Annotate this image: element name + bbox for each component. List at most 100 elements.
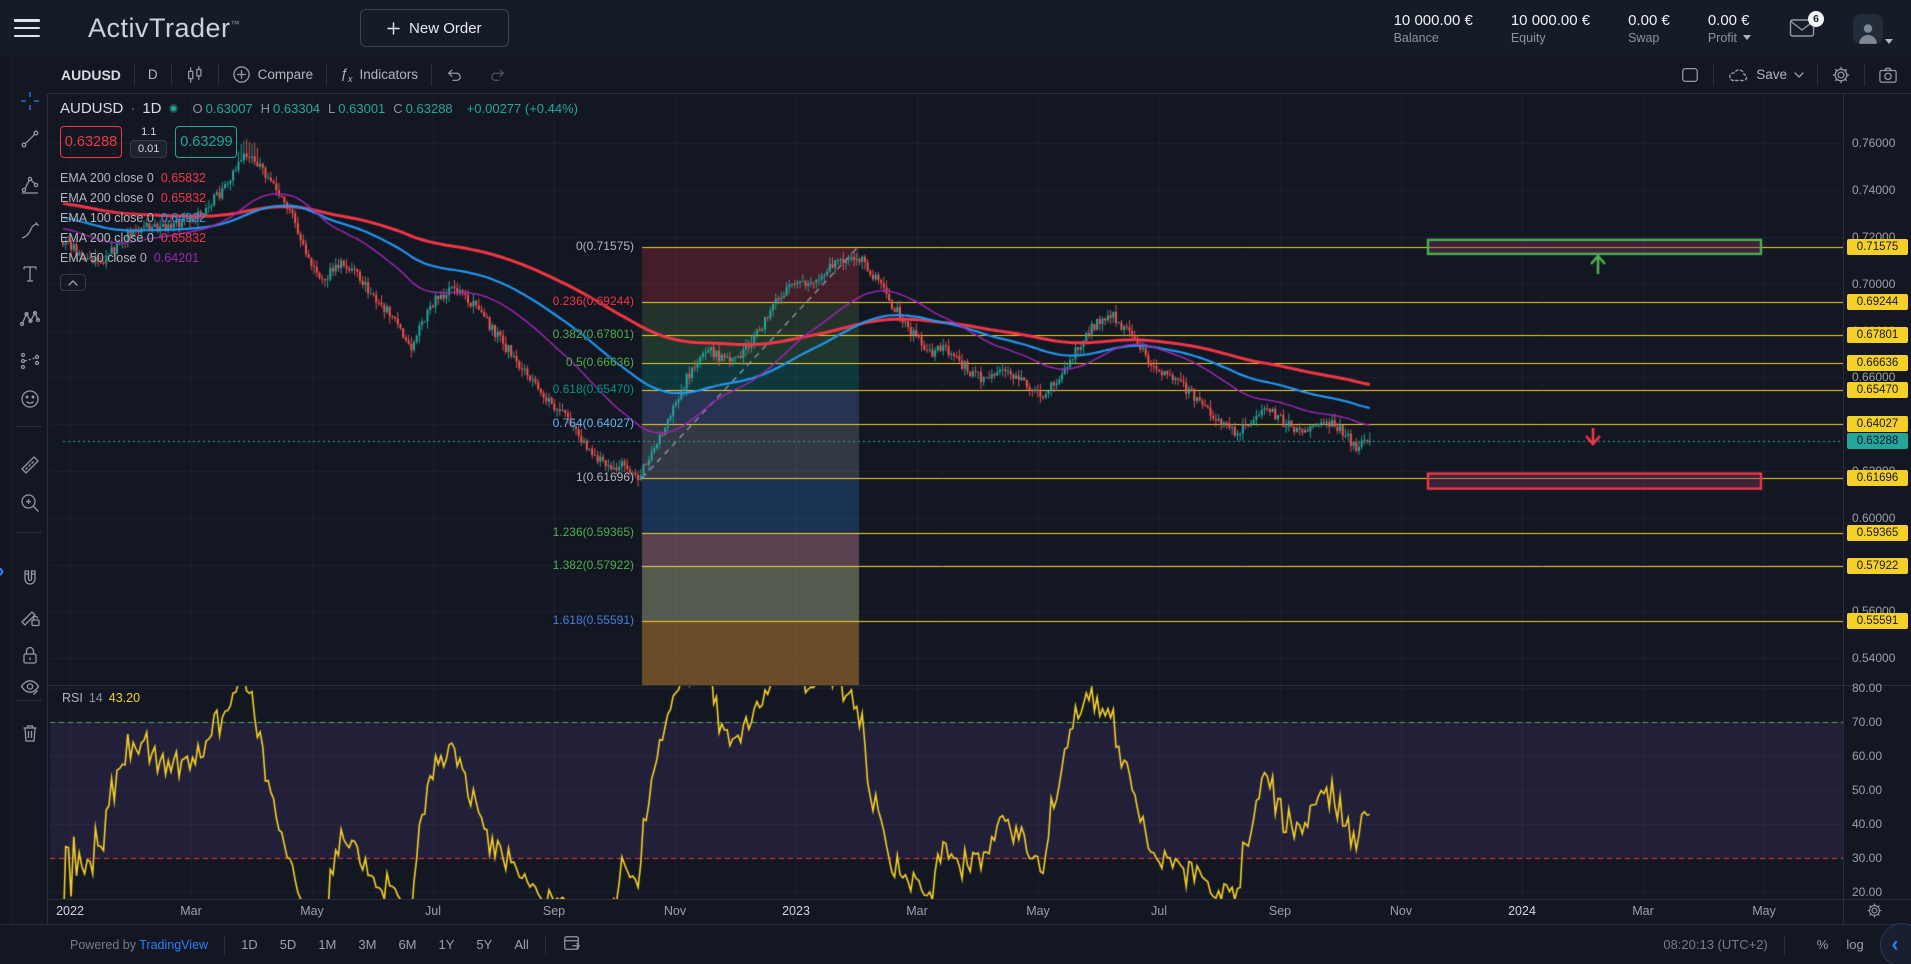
chevron-up-icon <box>68 280 78 286</box>
avatar-caret-icon[interactable] <box>1885 39 1893 44</box>
price-axis[interactable]: 0.540000.560000.580000.600000.620000.640… <box>1844 94 1911 899</box>
magnet-icon[interactable] <box>15 564 45 594</box>
time-axis-label: Mar <box>180 904 202 918</box>
time-axis-label: Nov <box>664 904 686 918</box>
forecast-icon[interactable] <box>15 346 45 376</box>
tradingview-link[interactable]: TradingView <box>139 938 208 952</box>
account-swap: 0.00 €Swap <box>1628 12 1670 45</box>
range-3m-button[interactable]: 3M <box>358 937 376 952</box>
indicator-row[interactable]: EMA 50 close 00.64201 <box>60 248 578 268</box>
percent-scale-button[interactable]: % <box>1817 937 1829 952</box>
delete-icon[interactable] <box>15 718 45 748</box>
legend-symbol[interactable]: AUDUSD <box>60 100 123 117</box>
fib-price-tag: 0.57922 <box>1847 558 1908 574</box>
left-panel-collapsed: › <box>0 56 12 964</box>
new-order-button[interactable]: New Order <box>360 9 509 47</box>
range-1m-button[interactable]: 1M <box>318 937 336 952</box>
snapshot-button[interactable] <box>1865 56 1911 93</box>
account-summary: 10 000.00 €Balance10 000.00 €Equity0.00 … <box>1394 12 1911 45</box>
fib-level-label: 0.5(0.66636) <box>436 355 634 369</box>
market-status-icon[interactable] <box>169 104 178 113</box>
fib-price-tag: 0.61696 <box>1847 470 1908 486</box>
brush-icon[interactable] <box>15 216 45 246</box>
fib-retracement-icon[interactable] <box>15 170 45 200</box>
avatar[interactable] <box>1853 14 1883 44</box>
fib-price-tag: 0.66636 <box>1847 355 1908 371</box>
indicators-button[interactable]: ƒx Indicators <box>327 56 431 93</box>
ohlc-values: O0.63007H0.63304L0.63001C0.63288 <box>193 101 458 116</box>
indicator-row[interactable]: EMA 200 close 00.65832 <box>60 188 578 208</box>
zoom-in-icon[interactable] <box>15 488 45 518</box>
price-axis-label: 0.70000 <box>1852 276 1895 292</box>
candles-icon <box>185 65 205 85</box>
text-icon[interactable] <box>15 259 45 289</box>
menu-icon[interactable] <box>14 19 40 37</box>
time-axis-settings-icon[interactable] <box>1866 902 1883 924</box>
drawing-lock-icon[interactable] <box>15 602 45 632</box>
fib-level-label: 1.618(0.55591) <box>436 613 634 627</box>
sell-button[interactable]: 0.63288 <box>60 126 122 158</box>
indicator-row[interactable]: EMA 200 close 00.65832 <box>60 168 578 188</box>
rsi-axis-label: 80.00 <box>1852 680 1882 696</box>
collapse-legend-button[interactable] <box>60 274 86 291</box>
mail-icon[interactable]: 6 <box>1789 18 1815 43</box>
undo-button[interactable] <box>432 56 476 93</box>
date-range-buttons: 1D 5D 1M 3M 6M 1Y 5Y All <box>241 937 529 952</box>
redo-button[interactable] <box>476 56 520 93</box>
fib-price-tag: 0.59365 <box>1847 525 1908 541</box>
chart-style-button[interactable] <box>172 56 218 93</box>
buy-button[interactable]: 0.63299 <box>175 126 237 158</box>
time-axis-label: May <box>1026 904 1050 918</box>
bottom-bar: Powered by TradingView 1D5D1M3M6M1Y5YAll… <box>0 924 1911 964</box>
profit-caret-icon[interactable] <box>1743 35 1751 40</box>
time-axis[interactable]: 2022MarMayJulSepNov2023MarMayJulSepNov20… <box>48 900 1843 924</box>
indicator-row[interactable]: EMA 100 close 00.64932 <box>60 208 578 228</box>
app-header: ActivTrader™ New Order 10 000.00 €Balanc… <box>0 0 1911 56</box>
account-profit: 0.00 €Profit <box>1708 12 1751 45</box>
lock-all-icon[interactable] <box>15 640 45 670</box>
time-axis-label: May <box>300 904 324 918</box>
ruler-icon[interactable] <box>15 450 45 480</box>
go-to-date-button[interactable] <box>562 934 582 955</box>
chart-toolbar: AUDUSD D Compare ƒx Indicators <box>48 56 1911 94</box>
hide-drawings-icon[interactable] <box>15 672 45 702</box>
interval-button[interactable]: D <box>135 56 171 93</box>
rsi-axis-label: 70.00 <box>1852 714 1882 730</box>
layout-button[interactable] <box>1667 56 1713 93</box>
quote-panel: 0.63288 1.1 0.01 0.63299 <box>60 126 578 158</box>
range-5y-button[interactable]: 5Y <box>476 937 492 952</box>
indicator-row[interactable]: EMA 200 close 00.65832 <box>60 228 578 248</box>
legend-interval: 1D <box>142 100 161 117</box>
pane-separator[interactable] <box>48 685 1911 686</box>
compare-plus-icon <box>232 65 251 84</box>
change-value: +0.00277 (+0.44%) <box>467 101 578 116</box>
rsi-legend[interactable]: RSI 14 43.20 <box>62 691 140 705</box>
expand-left-panel-icon[interactable]: › <box>0 561 4 583</box>
save-caret-icon <box>1794 72 1804 78</box>
range-1y-button[interactable]: 1Y <box>439 937 455 952</box>
range-5d-button[interactable]: 5D <box>280 937 297 952</box>
range-1d-button[interactable]: 1D <box>241 937 258 952</box>
account-equity: 10 000.00 €Equity <box>1511 12 1590 45</box>
save-button[interactable]: Save <box>1714 56 1817 93</box>
time-axis-label: Mar <box>1632 904 1654 918</box>
range-all-button[interactable]: All <box>514 937 528 952</box>
xabcd-pattern-icon[interactable] <box>15 304 45 334</box>
rsi-axis-label: 40.00 <box>1852 816 1882 832</box>
rsi-axis-label: 60.00 <box>1852 748 1882 764</box>
price-axis-label: 0.60000 <box>1852 510 1895 526</box>
compare-button[interactable]: Compare <box>219 56 327 93</box>
emoji-icon[interactable] <box>15 384 45 414</box>
rsi-axis-label: 30.00 <box>1852 850 1882 866</box>
chart-settings-button[interactable] <box>1818 56 1864 93</box>
time-axis-label: 2024 <box>1508 904 1536 918</box>
trend-line-icon[interactable] <box>15 124 45 154</box>
fib-level-label: 0.764(0.64027) <box>436 416 634 430</box>
crosshair-icon[interactable] <box>15 86 45 116</box>
fib-level-label: 0.236(0.69244) <box>436 294 634 308</box>
indicator-legend: EMA 200 close 00.65832EMA 200 close 00.6… <box>60 168 578 268</box>
log-scale-button[interactable]: log <box>1846 937 1863 952</box>
symbol-button[interactable]: AUDUSD <box>48 56 134 93</box>
range-6m-button[interactable]: 6M <box>398 937 416 952</box>
clock[interactable]: 08:20:13 (UTC+2) <box>1663 937 1767 952</box>
